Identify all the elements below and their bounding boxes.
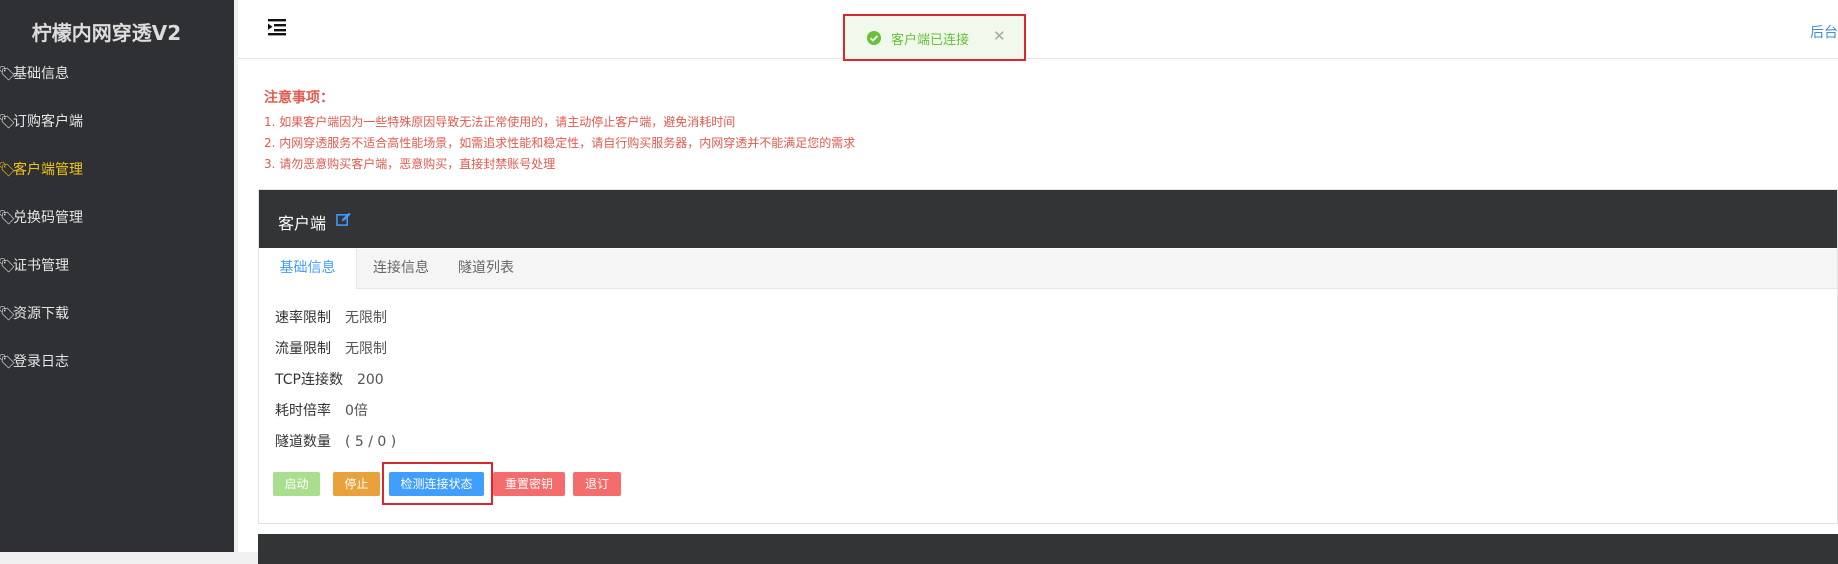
close-icon[interactable]: ✕: [993, 27, 1006, 45]
notice-line: 2. 内网穿透服务不适合高性能场景，如需追求性能和稳定性，请自行购买服务器，内网…: [264, 136, 856, 150]
sidebar-item-label: 基础信息: [13, 66, 69, 82]
tab-connection-info[interactable]: 连接信息: [373, 249, 429, 288]
menu-fold-icon[interactable]: [268, 18, 288, 36]
sidebar-item-label: 订购客户端: [13, 114, 83, 130]
sidebar-item-label: 兑换码管理: [13, 210, 83, 226]
sidebar-item-certificates[interactable]: 🏷证书管理: [0, 251, 234, 281]
notice-line: 3. 请勿恶意购买客户端，恶意购买，直接封禁账号处理: [264, 157, 556, 171]
sidebar-item-label: 登录日志: [13, 354, 69, 370]
sidebar-item-label: 客户端管理: [13, 162, 83, 178]
reset-key-button[interactable]: 重置密钥: [493, 472, 565, 496]
card-header: 客户端: [259, 190, 1837, 248]
sidebar-item-login-log[interactable]: 🏷登录日志: [0, 347, 234, 377]
sidebar-item-downloads[interactable]: 🏷资源下载: [0, 299, 234, 329]
admin-link[interactable]: 后台: [1810, 22, 1838, 42]
info-value: ( 5 / 0 ): [345, 434, 397, 450]
info-value: 0倍: [345, 403, 368, 419]
notice-title: 注意事项：: [264, 90, 334, 106]
info-label: TCP连接数: [275, 372, 343, 388]
top-bar: 后台: [238, 0, 1838, 59]
check-connection-button[interactable]: 检测连接状态: [389, 472, 484, 496]
sidebar-item-client-management[interactable]: 🏷客户端管理: [0, 155, 234, 185]
notice-line: 1. 如果客户端因为一些特殊原因导致无法正常使用的，请主动停止客户端，避免消耗时…: [264, 115, 736, 129]
edit-icon[interactable]: [336, 212, 351, 227]
stop-button[interactable]: 停止: [333, 472, 380, 496]
sidebar-item-redeem-code[interactable]: 🏷兑换码管理: [0, 203, 234, 233]
tab-basic-info[interactable]: 基础信息: [259, 249, 357, 289]
next-card-header: [258, 534, 1838, 564]
tab-bar: 基础信息 连接信息 隧道列表: [259, 249, 1837, 289]
tag-icon: 🏷: [0, 210, 16, 226]
info-label: 速率限制: [275, 310, 331, 326]
tag-icon: 🏷: [0, 162, 16, 178]
tag-icon: 🏷: [0, 114, 16, 130]
brand-title: 柠檬内网穿透V2: [31, 21, 182, 45]
info-row-rate-limit: 速率限制 无限制: [275, 307, 387, 327]
tag-icon: 🏷: [0, 306, 16, 322]
sidebar-item-basic-info[interactable]: 🏷基础信息: [0, 59, 234, 89]
info-row-tcp-connections: TCP连接数 200: [275, 369, 384, 389]
info-value: 无限制: [345, 341, 387, 357]
tab-tunnel-list[interactable]: 隧道列表: [458, 249, 514, 288]
sidebar: 柠檬内网穿透V2 🏷基础信息 🏷订购客户端 🏷客户端管理 🏷兑换码管理 🏷证书管…: [0, 0, 234, 552]
info-row-time-multiplier: 耗时倍率 0倍: [275, 400, 368, 420]
info-label: 隧道数量: [275, 434, 331, 450]
start-button[interactable]: 启动: [273, 472, 320, 496]
unsubscribe-button[interactable]: 退订: [573, 472, 621, 496]
sidebar-item-order-client[interactable]: 🏷订购客户端: [0, 107, 234, 137]
tag-icon: 🏷: [0, 354, 16, 370]
client-card: 客户端 基础信息 连接信息 隧道列表 速率限制 无限制 流量限制 无限制 TCP连接…: [258, 189, 1838, 524]
main-content: 注意事项： 1. 如果客户端因为一些特殊原因导致无法正常使用的，请主动停止客户端…: [238, 59, 1838, 564]
info-row-tunnel-count: 隧道数量 ( 5 / 0 ): [275, 431, 396, 451]
info-value: 无限制: [345, 310, 387, 326]
check-circle-icon: [867, 31, 881, 45]
info-value: 200: [356, 372, 384, 388]
info-label: 流量限制: [275, 341, 331, 357]
sidebar-item-label: 资源下载: [13, 306, 69, 322]
toast-notification: 客户端已连接 ✕: [843, 14, 1026, 61]
tag-icon: 🏷: [0, 66, 16, 82]
info-row-traffic-limit: 流量限制 无限制: [275, 338, 387, 358]
card-title: 客户端: [278, 214, 327, 233]
info-label: 耗时倍率: [275, 403, 331, 419]
tag-icon: 🏷: [0, 258, 16, 274]
toast-message: 客户端已连接: [891, 33, 970, 48]
sidebar-item-label: 证书管理: [13, 258, 69, 274]
